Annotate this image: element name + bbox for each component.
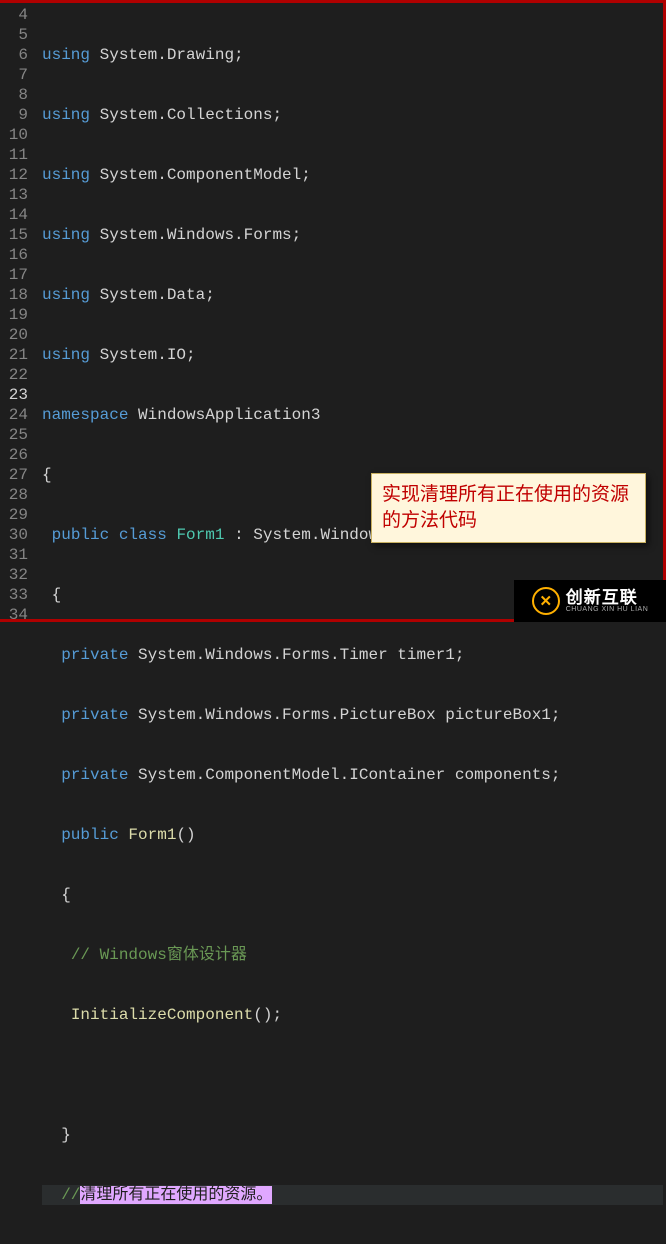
comment-marker: // <box>61 1186 80 1204</box>
brace: { <box>52 586 62 604</box>
watermark: 创新互联 CHUANG XIN HU LIAN <box>514 580 666 622</box>
watermark-logo-icon <box>532 587 560 615</box>
line-number: 6 <box>4 45 28 65</box>
namespace: System.Drawing; <box>90 46 244 64</box>
brace: } <box>61 1126 71 1144</box>
line-number: 27 <box>4 465 28 485</box>
line-number: 33 <box>4 585 28 605</box>
line-number: 5 <box>4 25 28 45</box>
keyword: class <box>119 526 167 544</box>
selected-text[interactable]: 清理所有正在使用的资源。 <box>80 1186 272 1204</box>
line-number: 21 <box>4 345 28 365</box>
line-number: 9 <box>4 105 28 125</box>
line-number: 31 <box>4 545 28 565</box>
keyword: using <box>42 106 90 124</box>
line-number: 29 <box>4 505 28 525</box>
current-line: //清理所有正在使用的资源。 <box>42 1185 663 1205</box>
namespace: System.IO; <box>90 346 196 364</box>
namespace: System.Collections; <box>90 106 282 124</box>
keyword: private <box>61 706 128 724</box>
keyword: private <box>61 766 128 784</box>
namespace: System.Data; <box>90 286 215 304</box>
namespace: WindowsApplication3 <box>128 406 320 424</box>
line-number: 34 <box>4 605 28 625</box>
brace: { <box>42 466 52 484</box>
line-number: 32 <box>4 565 28 585</box>
comment: // Windows窗体设计器 <box>71 946 247 964</box>
keyword: using <box>42 166 90 184</box>
line-number: 10 <box>4 125 28 145</box>
line-number: 7 <box>4 65 28 85</box>
code-area[interactable]: using System.Drawing; using System.Colle… <box>36 3 663 619</box>
namespace: System.ComponentModel; <box>90 166 311 184</box>
annotation-callout: 实现清理所有正在使用的资源的方法代码 <box>371 473 646 543</box>
keyword: using <box>42 286 90 304</box>
line-number: 13 <box>4 185 28 205</box>
line-number: 15 <box>4 225 28 245</box>
line-number: 18 <box>4 285 28 305</box>
code-editor[interactable]: 4567891011121314151617181920212223242526… <box>0 0 666 622</box>
line-number: 12 <box>4 165 28 185</box>
line-number: 16 <box>4 245 28 265</box>
type-name: Form1 <box>176 526 224 544</box>
callout-text: 实现清理所有正在使用的资源的方法代码 <box>382 484 629 531</box>
line-number: 22 <box>4 365 28 385</box>
keyword: namespace <box>42 406 128 424</box>
keyword: using <box>42 46 90 64</box>
line-number: 25 <box>4 425 28 445</box>
line-number: 14 <box>4 205 28 225</box>
line-number: 23 <box>4 385 28 405</box>
line-number: 19 <box>4 305 28 325</box>
method-name: Form1 <box>128 826 176 844</box>
watermark-text-pinyin: CHUANG XIN HU LIAN <box>566 606 649 613</box>
line-number: 28 <box>4 485 28 505</box>
line-number: 26 <box>4 445 28 465</box>
keyword: public <box>52 526 110 544</box>
line-number: 4 <box>4 5 28 25</box>
method-call: InitializeComponent <box>71 1006 253 1024</box>
watermark-text-cn: 创新互联 <box>566 589 649 606</box>
keyword: using <box>42 226 90 244</box>
line-number: 20 <box>4 325 28 345</box>
line-number: 11 <box>4 145 28 165</box>
keyword: private <box>61 646 128 664</box>
brace: { <box>61 886 71 904</box>
namespace: System.Windows.Forms; <box>90 226 301 244</box>
line-number: 30 <box>4 525 28 545</box>
keyword: using <box>42 346 90 364</box>
keyword: public <box>61 826 119 844</box>
line-number-gutter: 4567891011121314151617181920212223242526… <box>0 3 36 619</box>
line-number: 17 <box>4 265 28 285</box>
line-number: 24 <box>4 405 28 425</box>
line-number: 8 <box>4 85 28 105</box>
